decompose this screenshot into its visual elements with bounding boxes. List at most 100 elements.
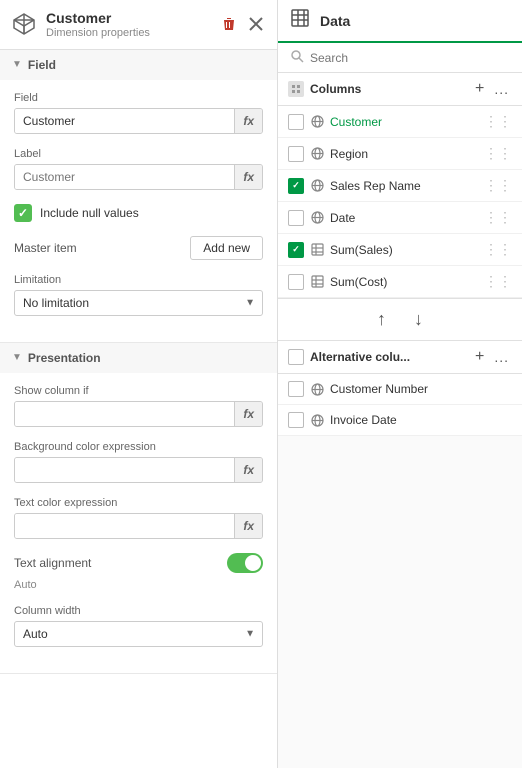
presentation-section: ▼ Presentation Show column if fx Backgro… — [0, 343, 277, 674]
more-columns-button[interactable]: ... — [491, 80, 512, 98]
drag-handle-icon[interactable]: ⋮⋮ — [484, 209, 512, 226]
search-bar — [278, 43, 522, 73]
show-column-fx-button[interactable]: fx — [234, 402, 262, 426]
text-color-fx-button[interactable]: fx — [234, 514, 262, 538]
text-alignment-label: Text alignment — [14, 556, 91, 570]
dimension-icon — [310, 179, 324, 193]
customer-checkbox[interactable] — [288, 114, 304, 130]
field-group: Field fx — [14, 92, 263, 134]
list-item: Customer Number — [278, 374, 522, 405]
drag-handle-icon[interactable]: ⋮⋮ — [484, 177, 512, 194]
add-alt-column-button[interactable]: + — [472, 347, 487, 367]
text-alignment-row: Text alignment — [14, 553, 263, 573]
dimension-icon — [310, 147, 324, 161]
list-item: Customer ⋮⋮ — [278, 106, 522, 138]
bg-color-input-wrapper: fx — [14, 457, 263, 483]
sumcost-checkbox[interactable] — [288, 274, 304, 290]
text-alignment-sub: Auto — [14, 579, 263, 591]
bg-color-input[interactable] — [15, 458, 234, 482]
more-alt-columns-button[interactable]: ... — [491, 348, 512, 366]
panel-subtitle: Dimension properties — [46, 27, 209, 39]
limitation-label: Limitation — [14, 274, 263, 286]
list-item: Invoice Date — [278, 405, 522, 436]
column-name-invoicedate: Invoice Date — [330, 413, 512, 427]
list-item: Sales Rep Name ⋮⋮ — [278, 170, 522, 202]
dimension-icon — [310, 211, 324, 225]
measure-icon — [310, 275, 324, 289]
field-fx-button[interactable]: fx — [234, 109, 262, 133]
column-name-customer: Customer — [330, 115, 478, 129]
master-item-row: Master item Add new — [14, 236, 263, 260]
column-width-select[interactable]: Auto Fixed Fit to content — [14, 621, 263, 647]
measure-icon — [310, 243, 324, 257]
bg-color-group: Background color expression fx — [14, 441, 263, 483]
column-name-region: Region — [330, 147, 478, 161]
presentation-section-content: Show column if fx Background color expre… — [0, 373, 277, 673]
drag-handle-icon[interactable]: ⋮⋮ — [484, 145, 512, 162]
field-label: Field — [14, 92, 263, 104]
arrow-controls: ↑ ↓ — [278, 298, 522, 341]
header-text: Customer Dimension properties — [46, 10, 209, 39]
alt-columns-list: Customer Number Invoice Date — [278, 374, 522, 436]
columns-title: Columns — [310, 82, 466, 96]
column-name-customernumber: Customer Number — [330, 382, 512, 396]
left-panel: Customer Dimension properties ▼ Field — [0, 0, 278, 768]
text-alignment-toggle[interactable] — [227, 553, 263, 573]
right-panel-title: Data — [320, 13, 350, 29]
right-panel: Data Columns + ... — [278, 0, 522, 768]
date-checkbox[interactable] — [288, 210, 304, 226]
label-group: Label fx — [14, 148, 263, 190]
bg-color-fx-button[interactable]: fx — [234, 458, 262, 482]
null-values-row: Include null values — [14, 204, 263, 222]
add-new-button[interactable]: Add new — [190, 236, 263, 260]
field-input[interactable] — [15, 109, 234, 133]
dimension-icon — [310, 382, 324, 396]
region-checkbox[interactable] — [288, 146, 304, 162]
right-panel-header: Data — [278, 0, 522, 43]
search-input[interactable] — [310, 51, 510, 65]
dimension-icon — [310, 413, 324, 427]
drag-handle-icon[interactable]: ⋮⋮ — [484, 241, 512, 258]
column-width-label: Column width — [14, 605, 263, 617]
salesrep-checkbox[interactable] — [288, 178, 304, 194]
move-down-button[interactable]: ↓ — [408, 307, 429, 332]
limitation-select[interactable]: No limitation Fixed number Exact value R… — [14, 290, 263, 316]
delete-button[interactable] — [219, 14, 239, 34]
header-actions — [219, 14, 265, 34]
add-column-button[interactable]: + — [472, 79, 487, 99]
text-color-input[interactable] — [15, 514, 234, 538]
columns-toggle[interactable] — [288, 81, 304, 97]
chevron-down-icon: ▼ — [12, 59, 22, 70]
text-color-group: Text color expression fx — [14, 497, 263, 539]
presentation-section-label: Presentation — [28, 351, 101, 365]
show-column-input[interactable] — [15, 402, 234, 426]
null-values-label: Include null values — [40, 206, 139, 220]
field-section-header[interactable]: ▼ Field — [0, 50, 277, 80]
null-values-checkbox[interactable] — [14, 204, 32, 222]
show-column-input-wrapper: fx — [14, 401, 263, 427]
label-input[interactable] — [15, 165, 234, 189]
list-item: Sum(Sales) ⋮⋮ — [278, 234, 522, 266]
label-input-wrapper: fx — [14, 164, 263, 190]
alt-columns-checkbox[interactable] — [288, 349, 304, 365]
master-item-label: Master item — [14, 241, 77, 255]
cube-icon — [12, 12, 36, 36]
text-color-label: Text color expression — [14, 497, 263, 509]
sumsales-checkbox[interactable] — [288, 242, 304, 258]
alt-columns-actions: + ... — [472, 347, 512, 367]
presentation-section-header[interactable]: ▼ Presentation — [0, 343, 277, 373]
text-color-input-wrapper: fx — [14, 513, 263, 539]
customernumber-checkbox[interactable] — [288, 381, 304, 397]
show-column-group: Show column if fx — [14, 385, 263, 427]
invoicedate-checkbox[interactable] — [288, 412, 304, 428]
alt-columns-title: Alternative colu... — [310, 350, 466, 364]
close-button[interactable] — [247, 15, 265, 33]
drag-handle-icon[interactable]: ⋮⋮ — [484, 273, 512, 290]
drag-handle-icon[interactable]: ⋮⋮ — [484, 113, 512, 130]
move-up-button[interactable]: ↑ — [371, 307, 392, 332]
label-fx-button[interactable]: fx — [234, 165, 262, 189]
label-label: Label — [14, 148, 263, 160]
field-section-label: Field — [28, 58, 56, 72]
field-input-wrapper: fx — [14, 108, 263, 134]
bg-color-label: Background color expression — [14, 441, 263, 453]
